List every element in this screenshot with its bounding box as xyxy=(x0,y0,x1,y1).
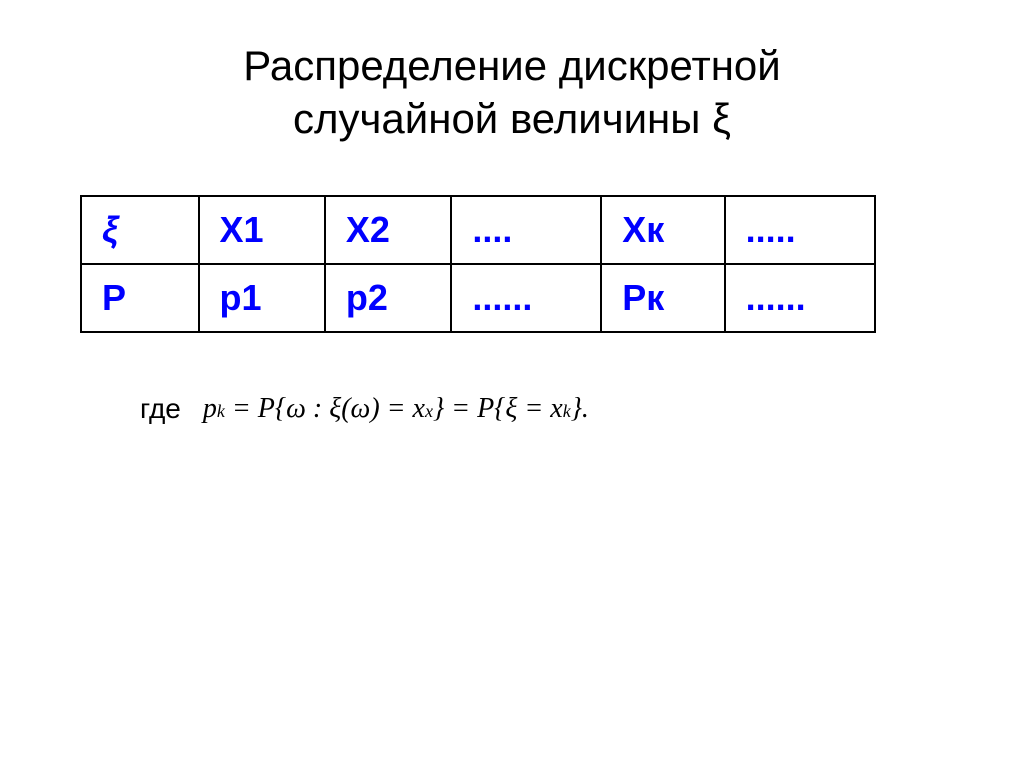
table-row-header: ξ X1 X2 .... Xк ..... xyxy=(81,196,875,264)
page-container: Распределение дискретной случайной велич… xyxy=(0,0,1024,767)
table-cell-pk: Pк xyxy=(601,264,724,332)
distribution-table-container: ξ X1 X2 .... Xк ..... P p1 p2 ...... Pк … xyxy=(60,195,964,333)
table-cell-p2: p2 xyxy=(325,264,451,332)
formula-where-label: где xyxy=(140,393,181,425)
table-cell-dots2: ..... xyxy=(725,196,875,264)
formula-container: где pk = P{ω : ξ(ω) = xx} = P{ξ = xk}. xyxy=(60,393,964,425)
table-cell-x1: X1 xyxy=(199,196,325,264)
table-cell-x2: X2 xyxy=(325,196,451,264)
table-cell-xk: Xк xyxy=(601,196,724,264)
table-cell-xi: ξ xyxy=(81,196,199,264)
page-title: Распределение дискретной случайной велич… xyxy=(243,40,780,145)
title-line1: Распределение дискретной xyxy=(243,42,780,89)
table-cell-p1: p1 xyxy=(199,264,325,332)
table-cell-dots3: ...... xyxy=(451,264,601,332)
table-row-probability: P p1 p2 ...... Pк ...... xyxy=(81,264,875,332)
formula-expression: pk = P{ω : ξ(ω) = xx} = P{ξ = xk}. xyxy=(196,393,589,425)
distribution-table: ξ X1 X2 .... Xк ..... P p1 p2 ...... Pк … xyxy=(80,195,876,333)
table-cell-dots4: ...... xyxy=(725,264,875,332)
table-cell-p: P xyxy=(81,264,199,332)
table-cell-dots1: .... xyxy=(451,196,601,264)
title-line2: случайной величины ξ xyxy=(293,95,731,142)
